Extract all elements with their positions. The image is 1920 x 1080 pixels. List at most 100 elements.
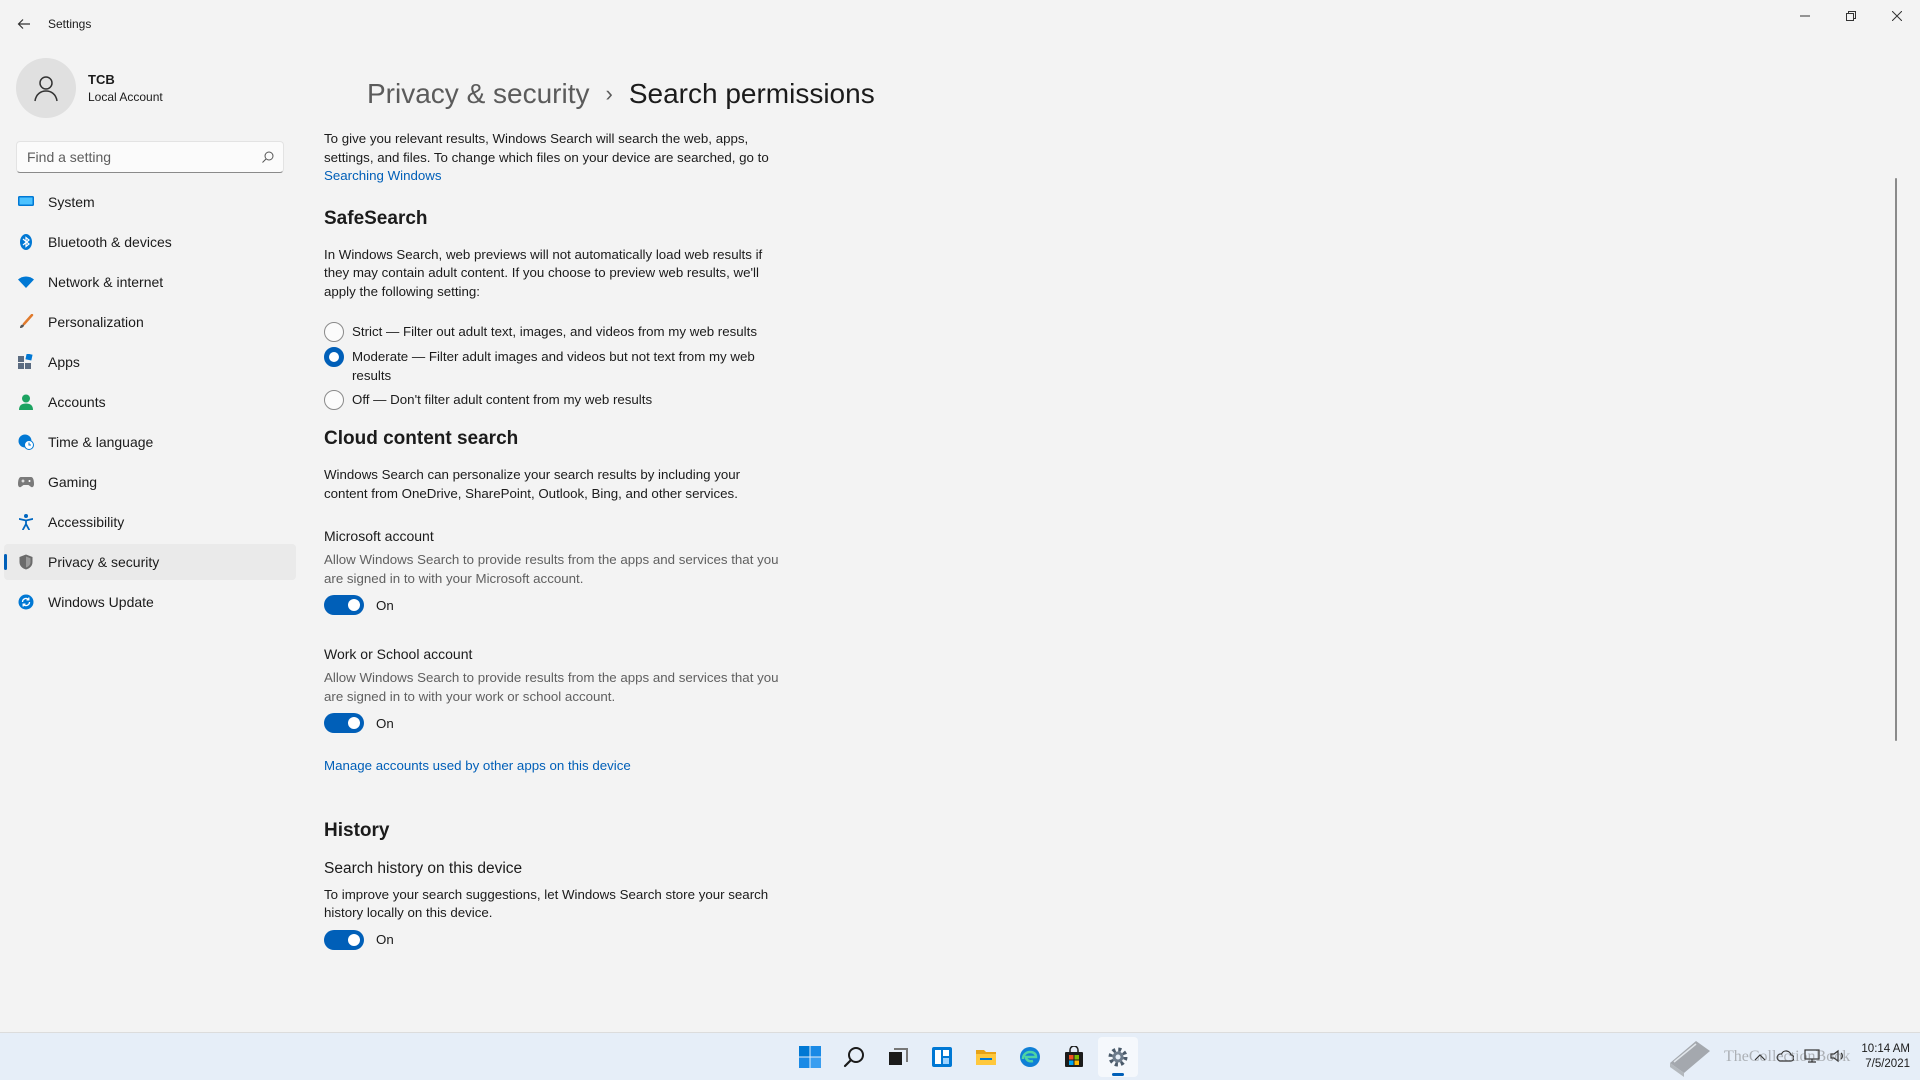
settings-button[interactable] <box>1098 1037 1138 1077</box>
sidebar-item-personalization[interactable]: Personalization <box>4 304 296 340</box>
radio-option-strict[interactable]: Strict — Filter out adult text, images, … <box>324 322 784 342</box>
search-history-toggle[interactable] <box>324 929 364 950</box>
sidebar-item-privacy-security[interactable]: Privacy & security <box>4 544 296 580</box>
work-school-account-title: Work or School account <box>324 646 473 662</box>
radio-off[interactable] <box>324 390 344 410</box>
search-history-title: Search history on this device <box>324 859 523 877</box>
sidebar-item-label: Gaming <box>48 474 98 490</box>
shield-icon <box>4 554 48 570</box>
radio-option-moderate[interactable]: Moderate — Filter adult images and video… <box>324 347 784 385</box>
breadcrumb: Privacy & security › Search permissions <box>367 78 875 110</box>
start-icon <box>799 1046 821 1068</box>
search-box <box>16 141 284 173</box>
user-profile[interactable]: TCB Local Account <box>16 58 163 118</box>
watermark-text: TheCollectionBook <box>1724 1048 1851 1065</box>
sidebar-item-label: Apps <box>48 354 80 370</box>
sidebar-item-accounts[interactable]: Accounts <box>4 384 296 420</box>
close-button[interactable] <box>1874 0 1920 32</box>
manage-accounts-row: Manage accounts used by other apps on th… <box>324 757 784 776</box>
brush-icon <box>4 314 48 330</box>
vertical-scrollbar[interactable] <box>1895 178 1897 741</box>
sidebar-item-time-language[interactable]: Time & language <box>4 424 296 460</box>
edge-icon <box>1020 1047 1040 1067</box>
breadcrumb-chevron-icon: › <box>605 81 613 106</box>
radio-label-off: Off — Don't filter adult content from my… <box>352 392 653 407</box>
restore-button[interactable] <box>1828 0 1874 32</box>
sidebar-item-windows-update[interactable]: Windows Update <box>4 584 296 620</box>
apps-icon <box>4 354 48 370</box>
book-logo-icon <box>1670 1041 1710 1077</box>
search-icon[interactable] <box>253 151 283 163</box>
radio-label-moderate: Moderate — Filter adult images and video… <box>352 349 755 383</box>
file-explorer-icon <box>976 1050 996 1065</box>
edge-button[interactable] <box>1010 1037 1050 1077</box>
widgets-icon <box>932 1047 952 1067</box>
minimize-icon <box>1800 15 1810 17</box>
widgets-button[interactable] <box>922 1037 962 1077</box>
clock-time: 10:14 AM <box>1861 1043 1910 1055</box>
sidebar-item-bluetooth[interactable]: Bluetooth & devices <box>4 224 296 260</box>
watermark: TheCollectionBook <box>1666 1033 1850 1080</box>
task-view-button[interactable] <box>878 1037 918 1077</box>
settings-icon <box>1108 1047 1128 1067</box>
sidebar-item-label: System <box>48 194 95 210</box>
searching-windows-link[interactable]: Searching Windows <box>324 168 442 183</box>
clock[interactable]: 10:14 AM 7/5/2021 <box>1861 1042 1910 1072</box>
microsoft-account-title: Microsoft account <box>324 528 434 544</box>
microsoft-account-description: Allow Windows Search to provide results … <box>324 552 779 586</box>
sidebar-item-label: Privacy & security <box>48 554 160 570</box>
profile-name: TCB <box>88 72 115 87</box>
radio-label-strict: Strict — Filter out adult text, images, … <box>352 324 757 339</box>
task-view-icon <box>889 1048 908 1065</box>
monitor-icon <box>4 195 48 209</box>
store-icon <box>1065 1046 1083 1067</box>
back-button[interactable] <box>0 0 48 48</box>
nav-list: System Bluetooth & devices Network & int… <box>4 184 296 624</box>
microsoft-account-toggle-state: On <box>376 597 394 613</box>
minimize-button[interactable] <box>1782 0 1828 32</box>
restore-icon <box>1846 11 1856 21</box>
accessibility-icon <box>4 514 48 530</box>
taskbar: 10:14 AM 7/5/2021 TheCollectionBook <box>0 1032 1920 1080</box>
close-icon <box>1892 11 1902 21</box>
cloud-search-heading: Cloud content search <box>324 428 519 449</box>
bluetooth-icon <box>4 234 48 250</box>
microsoft-account-toggle-row: On <box>324 595 784 615</box>
search-history-description: To improve your search suggestions, let … <box>324 886 769 921</box>
sidebar-item-apps[interactable]: Apps <box>4 344 296 380</box>
search-icon <box>843 1047 864 1068</box>
person-icon <box>4 394 48 410</box>
intro-text: To give you relevant results, Windows Se… <box>324 130 784 186</box>
back-arrow-icon <box>17 19 30 29</box>
sidebar-item-network[interactable]: Network & internet <box>4 264 296 300</box>
microsoft-account-toggle[interactable] <box>324 595 364 615</box>
safesearch-description: In Windows Search, web previews will not… <box>324 246 763 299</box>
sidebar-item-label: Time & language <box>48 434 154 450</box>
radio-moderate[interactable] <box>324 347 344 367</box>
main-content: Privacy & security › Search permissions … <box>323 48 1903 1032</box>
taskbar-search-button[interactable] <box>834 1037 874 1077</box>
update-icon <box>4 594 48 610</box>
cloud-search-description: Windows Search can personalize your sear… <box>324 467 741 501</box>
sidebar-item-accessibility[interactable]: Accessibility <box>4 504 296 540</box>
start-button[interactable] <box>790 1037 830 1077</box>
safesearch-radio-group: Strict — Filter out adult text, images, … <box>324 322 784 410</box>
breadcrumb-parent-link[interactable]: Privacy & security <box>367 78 590 110</box>
manage-accounts-link[interactable]: Manage accounts used by other apps on th… <box>324 758 631 773</box>
taskbar-apps <box>788 1033 1140 1080</box>
title-bar: Settings <box>0 0 1920 48</box>
sidebar-item-gaming[interactable]: Gaming <box>4 464 296 500</box>
work-school-account-description: Allow Windows Search to provide results … <box>324 670 779 704</box>
radio-option-off[interactable]: Off — Don't filter adult content from my… <box>324 390 784 410</box>
sidebar: TCB Local Account System Bluetooth & dev… <box>0 48 300 1028</box>
radio-strict[interactable] <box>324 322 344 342</box>
search-input[interactable] <box>17 149 253 165</box>
sidebar-item-system[interactable]: System <box>4 184 296 220</box>
file-explorer-button[interactable] <box>966 1037 1006 1077</box>
store-button[interactable] <box>1054 1037 1094 1077</box>
safesearch-heading: SafeSearch <box>324 207 428 229</box>
sidebar-item-label: Bluetooth & devices <box>48 234 172 250</box>
history-heading: History <box>324 819 390 841</box>
sidebar-item-label: Accounts <box>48 394 106 410</box>
work-school-account-toggle[interactable] <box>324 713 364 733</box>
